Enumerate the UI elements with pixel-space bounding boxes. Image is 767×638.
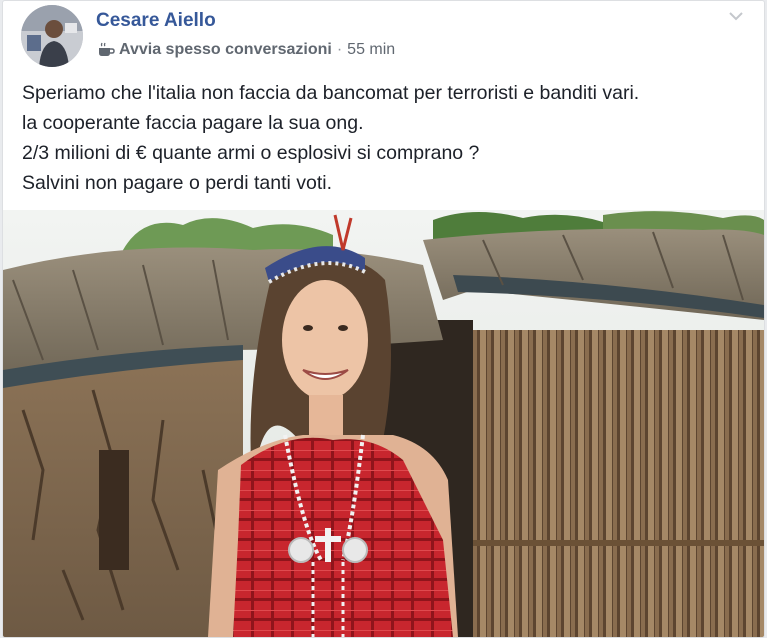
post-meta: Avvia spesso conversazioni · 55 min <box>97 41 395 59</box>
post-card: Cesare Aiello Avvia spesso conversazioni… <box>2 0 765 638</box>
post-text-line: Speriamo che l'italia non faccia da banc… <box>22 82 640 104</box>
avatar[interactable] <box>21 5 83 67</box>
post-text-line: Salvini non pagare o perdi tanti voti. <box>22 172 333 194</box>
conversation-starter-badge: Avvia spesso conversazioni <box>119 41 332 58</box>
author-name[interactable]: Cesare Aiello <box>96 10 216 32</box>
chevron-down-icon[interactable] <box>728 9 744 21</box>
post-photo[interactable] <box>3 210 764 637</box>
coffee-cup-icon <box>97 42 115 58</box>
post-text-line: 2/3 milioni di € quante armi o esplosivi… <box>22 142 480 164</box>
post-timestamp[interactable]: 55 min <box>347 41 395 59</box>
post-text: Speriamo che l'italia non faccia da banc… <box>22 78 752 198</box>
post-text-line: la cooperante faccia pagare la sua ong. <box>22 112 364 134</box>
meta-separator: · <box>336 41 343 58</box>
